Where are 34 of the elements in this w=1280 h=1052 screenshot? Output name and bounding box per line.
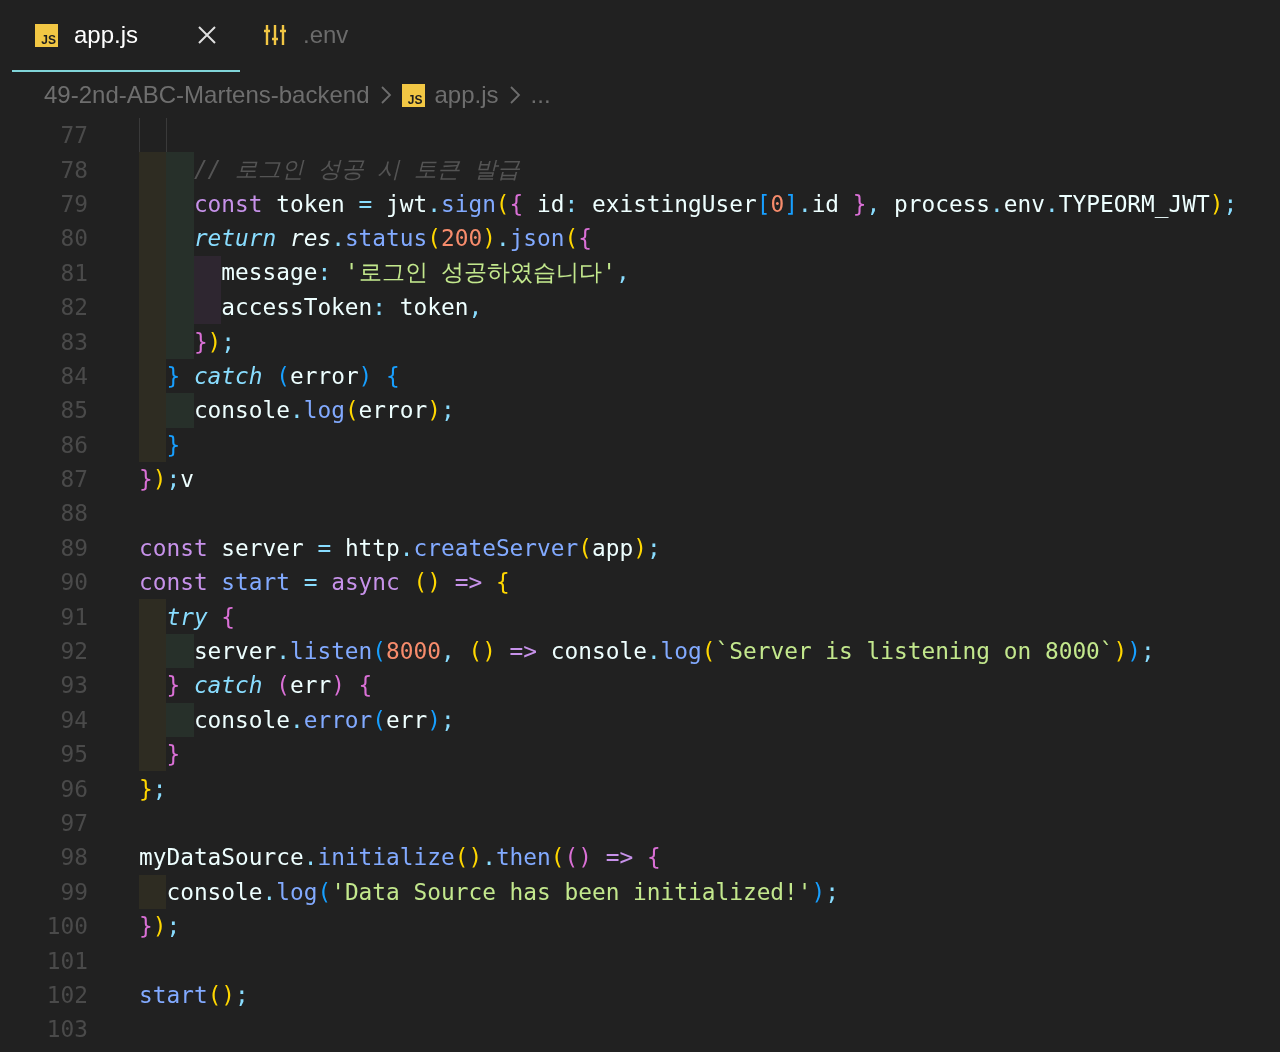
code-line: accessToken: token, — [221, 294, 483, 321]
code-line: console.log('Data Source has been initialized!'); — [166, 878, 839, 905]
code-line: const server = http.createServer(app); — [139, 534, 661, 561]
code-line: server.listen(8000, () => console.log(`Server is listening on 8000`)); — [193, 638, 1155, 665]
code-line: start(); — [139, 981, 249, 1008]
code-line: }); — [139, 913, 181, 940]
code-line: } catch (error) { — [166, 362, 400, 389]
js-file-icon: JS — [401, 83, 425, 107]
code-line: }; — [139, 775, 167, 802]
editor-tab[interactable]: .env — [240, 0, 372, 72]
indent-marker — [139, 152, 167, 187]
sliders-icon — [263, 23, 287, 47]
code-line: myDataSource.initialize().then(() => { — [139, 844, 661, 871]
code-line: } — [166, 741, 181, 768]
chevron-icon — [379, 85, 392, 105]
breadcrumb-item[interactable]: app.js — [434, 81, 499, 109]
code-line: return res.status(200).json({ — [193, 225, 592, 252]
code-line: } catch (err) { — [166, 672, 373, 699]
breadcrumb-item[interactable]: 49-2nd-ABC-Martens-backend — [44, 81, 370, 109]
code-line: } — [166, 431, 181, 458]
close-icon[interactable] — [197, 25, 217, 45]
code-line: const token = jwt.sign({ id: existingUser[0].id }, process.env.TYPEORM_JWT); — [193, 190, 1238, 217]
code-line: console.log(error); — [193, 397, 455, 424]
code-line: });v — [139, 466, 194, 493]
indent-marker — [166, 152, 194, 187]
code-line: try { — [166, 603, 236, 630]
code-line: console.error(err); — [193, 706, 455, 733]
editor-tab[interactable]: JS app.js — [12, 0, 240, 72]
code-line: const start = async () => { — [139, 569, 510, 596]
code-line: message: '로그인 성공하였습니다', — [221, 258, 630, 288]
chevron-icon — [508, 85, 521, 105]
breadcrumb-item[interactable]: ... — [530, 81, 551, 109]
js-file-icon: JS — [35, 23, 58, 47]
code-line: }); — [193, 328, 236, 355]
